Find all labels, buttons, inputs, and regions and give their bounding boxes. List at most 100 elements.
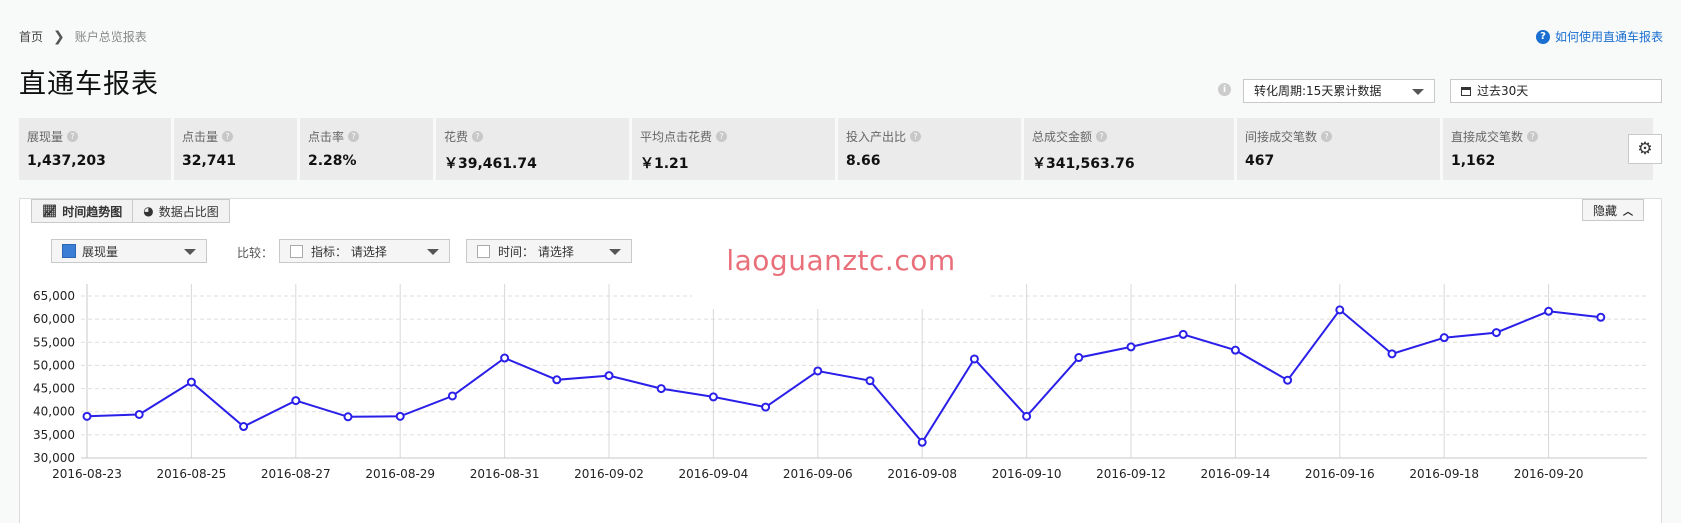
help-icon[interactable]: ? [67, 131, 79, 142]
data-point [134, 409, 144, 419]
x-tick-label: 2016-09-18 [1409, 467, 1479, 481]
x-tick-label: 2016-08-31 [470, 467, 540, 481]
y-tick-label: 40,000 [33, 405, 75, 419]
x-tick-label: 2016-09-10 [992, 467, 1062, 481]
gear-icon: ⚙ [1637, 139, 1653, 159]
help-link-label: 如何使用直通车报表 [1554, 30, 1663, 44]
conversion-period-select[interactable]: 转化周期:15天累计数据 [1243, 79, 1435, 103]
breadcrumb-current: 账户总览报表 [74, 30, 147, 44]
data-point [1178, 329, 1188, 339]
data-point [604, 371, 614, 381]
data-point [395, 411, 405, 421]
data-point [291, 396, 301, 406]
metric-card[interactable]: 点击量? 32,741 [174, 118, 297, 180]
metric-value: 1,437,203 [27, 153, 106, 169]
data-point [1387, 349, 1397, 359]
data-point [1439, 333, 1449, 343]
data-point [969, 354, 979, 364]
metric-label: 总成交金额 [1032, 130, 1093, 144]
data-point [1283, 375, 1293, 385]
y-tick-label: 65,000 [33, 289, 75, 303]
data-point [186, 377, 196, 387]
settings-button[interactable]: ⚙ [1628, 134, 1662, 164]
data-point [708, 392, 718, 402]
metric-label: 点击量 [182, 130, 219, 144]
x-tick-label: 2016-09-16 [1305, 467, 1375, 481]
data-point [239, 422, 249, 432]
metric-label: 平均点击花费 [640, 130, 713, 144]
data-point [552, 375, 562, 385]
help-icon[interactable]: ? [222, 131, 234, 142]
metric-value: 1,162 [1451, 153, 1496, 169]
chevron-right-icon: ❯ [53, 28, 65, 45]
x-tick-label: 2016-08-29 [365, 467, 435, 481]
help-icon[interactable]: ? [1527, 131, 1539, 142]
x-tick-label: 2016-08-27 [261, 467, 331, 481]
chart-panel: 📈︎ 时间趋势图 ◕ 数据占比图 隐藏 ︿ 展现量 比较： 指标： 请选择 时间… [19, 198, 1662, 523]
x-tick-label: 2016-09-20 [1514, 467, 1584, 481]
metric-card[interactable]: 花费? ￥39,461.74 [436, 118, 629, 180]
data-point [813, 366, 823, 376]
data-point [343, 412, 353, 422]
y-tick-label: 35,000 [33, 428, 75, 442]
x-tick-label: 2016-09-04 [679, 467, 749, 481]
x-tick-label: 2016-09-14 [1201, 467, 1271, 481]
x-tick-label: 2016-08-25 [157, 467, 227, 481]
help-icon[interactable]: ? [716, 131, 728, 142]
page-title: 直通车报表 [19, 69, 159, 100]
data-point [1544, 306, 1554, 316]
data-point [500, 353, 510, 363]
y-tick-label: 45,000 [33, 382, 75, 396]
metric-label: 点击率 [308, 130, 345, 144]
data-point [1596, 312, 1606, 322]
help-icon[interactable]: ? [1096, 131, 1108, 142]
metric-value: 8.66 [846, 153, 881, 169]
help-icon[interactable]: ? [348, 131, 360, 142]
metric-card[interactable]: 总成交金额? ￥341,563.76 [1024, 118, 1234, 180]
question-circle-icon: ? [1535, 29, 1550, 44]
x-tick-label: 2016-09-12 [1096, 467, 1166, 481]
date-range-value: 过去30天 [1477, 84, 1529, 98]
watermark: laoguanztc.com [692, 211, 990, 309]
calendar-icon [1461, 86, 1471, 96]
series-line [86, 308, 1601, 444]
data-point [1335, 305, 1345, 315]
data-point [1230, 345, 1240, 355]
metric-card[interactable]: 直接成交笔数? 1,162 [1443, 118, 1653, 180]
metric-card[interactable]: 点击率? 2.28% [300, 118, 433, 180]
metric-label: 投入产出比 [846, 130, 907, 144]
metric-card[interactable]: 平均点击花费? ￥1.21 [632, 118, 835, 180]
y-tick-label: 50,000 [33, 358, 75, 372]
data-point [1491, 328, 1501, 338]
metric-value: ￥341,563.76 [1032, 156, 1135, 172]
info-icon[interactable]: i [1218, 83, 1231, 96]
x-tick-label: 2016-09-06 [783, 467, 853, 481]
data-point [82, 411, 92, 421]
help-link[interactable]: ? 如何使用直通车报表 [1535, 28, 1663, 45]
data-point [1022, 411, 1032, 421]
data-point [447, 391, 457, 401]
metric-label: 展现量 [27, 130, 64, 144]
metric-value: 32,741 [182, 153, 237, 169]
data-point [1074, 353, 1084, 363]
metric-label: 花费 [444, 130, 469, 144]
help-icon[interactable]: ? [1321, 131, 1333, 142]
y-tick-label: 55,000 [33, 335, 75, 349]
help-icon[interactable]: ? [910, 131, 922, 142]
metric-value: ￥39,461.74 [444, 156, 537, 172]
date-range-picker[interactable]: 过去30天 [1450, 79, 1662, 103]
x-tick-label: 2016-09-08 [887, 467, 957, 481]
help-icon[interactable]: ? [472, 131, 484, 142]
metric-card[interactable]: 投入产出比? 8.66 [838, 118, 1021, 180]
data-point [1126, 342, 1136, 352]
data-point [761, 402, 771, 412]
metric-card[interactable]: 间接成交笔数? 467 [1237, 118, 1440, 180]
metric-card[interactable]: 展现量? 1,437,203 [19, 118, 171, 180]
metric-value: 2.28% [308, 153, 357, 169]
metric-label: 直接成交笔数 [1451, 130, 1524, 144]
x-tick-label: 2016-08-23 [52, 467, 122, 481]
x-tick-label: 2016-09-02 [574, 467, 644, 481]
y-tick-label: 30,000 [33, 451, 75, 465]
breadcrumb-home[interactable]: 首页 [19, 28, 43, 45]
conversion-period-value: 转化周期:15天累计数据 [1254, 84, 1382, 98]
